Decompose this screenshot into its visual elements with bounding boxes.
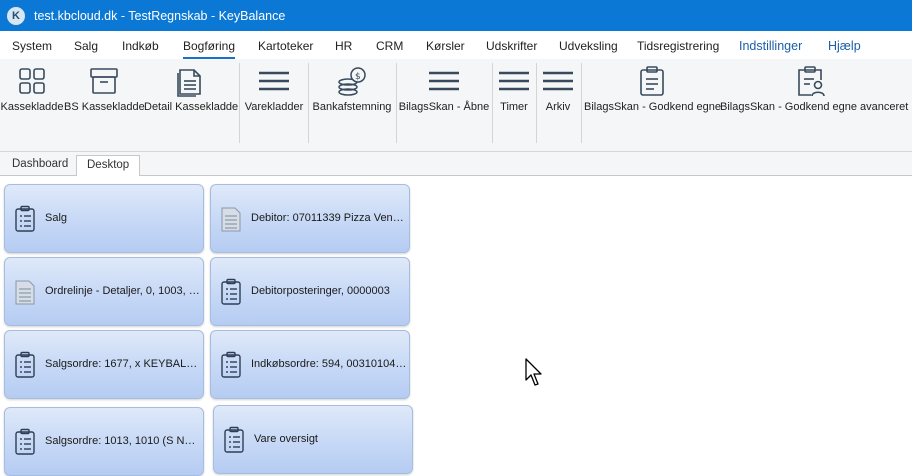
ribbon-arkiv-button[interactable]: Arkiv [538,59,578,152]
menu-hr[interactable]: HR [335,39,352,53]
desktop-tile[interactable]: Indkøbsordre: 594, 0031010487 [210,330,410,399]
tile-label: Debitorposteringer, 0000003 [251,285,390,297]
tile-label: Salgsordre: 1013, 1010 (S Nordic [45,435,201,447]
desktop-area: Salg Debitor: 07011339 Pizza Venedig Ord… [0,176,912,476]
clipboard-user-icon [798,66,825,97]
lines-icon [499,71,529,91]
window-title: test.kbcloud.dk - TestRegnskab - KeyBala… [34,8,286,23]
ribbon-kassekladde-button[interactable]: Kassekladde [0,59,64,152]
box-icon [90,68,118,94]
menu-bar: System Salg Indkøb Bogføring Kartoteker … [0,31,912,59]
ribbon-separator [396,63,397,143]
desktop-tile[interactable]: Salgsordre: 1677, x KEYBALANCE [4,330,204,399]
menu-tidsregistrering[interactable]: Tidsregistrering [637,39,719,53]
document-gray-icon [221,207,241,232]
desktop-tile[interactable]: Vare oversigt [213,405,413,474]
clipboard-list-icon [221,351,241,378]
ribbon-label: Kassekladde [0,101,64,113]
ribbon-varekladder-button[interactable]: Varekladder [242,59,306,152]
ribbon: Kassekladde BS Kassekladde Detail Kassek… [0,59,912,152]
svg-text:$: $ [355,72,361,82]
ribbon-label: Varekladder [244,101,304,113]
menu-salg[interactable]: Salg [74,39,98,53]
menu-bogforing[interactable]: Bogføring [183,39,236,59]
ribbon-label: BilagsSkan - Godkend egne [584,101,721,113]
coins-icon: $ [338,67,366,96]
ribbon-label: Bankafstemning [312,101,392,113]
clipboard-list-icon [15,428,35,455]
app-logo-icon: K [7,6,25,25]
ribbon-detail-kassekladde-button[interactable]: Detail Kassekladde [144,59,239,152]
tab-strip: Dashboard Desktop [0,152,912,177]
ribbon-separator [239,63,240,143]
ribbon-bs-kassekladde-button[interactable]: BS Kassekladde [64,59,145,152]
ribbon-bilagsskan-aabne-button[interactable]: BilagsSkan - Åbne [398,59,490,152]
desktop-tile[interactable]: Debitorposteringer, 0000003 [210,257,410,326]
ribbon-separator [581,63,582,143]
menu-hjaelp[interactable]: Hjælp [828,39,861,53]
lines-icon [429,71,459,91]
ribbon-label: Timer [500,101,528,113]
clipboard-list-icon [221,278,241,305]
document-icon [177,69,201,97]
clipboard-icon [640,66,664,96]
menu-indstillinger[interactable]: Indstillinger [739,39,802,53]
ribbon-timer-button[interactable]: Timer [494,59,534,152]
ribbon-label: Detail Kassekladde [144,101,239,113]
ribbon-bilagsskan-godkend-avanceret-button[interactable]: BilagsSkan - Godkend egne avanceret [720,59,909,152]
menu-udskrifter[interactable]: Udskrifter [486,39,537,53]
lines-icon [543,71,573,91]
tile-label: Salg [45,212,68,224]
tile-label: Salgsordre: 1677, x KEYBALANCE [45,358,201,370]
ribbon-separator [308,63,309,143]
menu-indkob[interactable]: Indkøb [122,39,159,53]
ribbon-bilagsskan-godkend-button[interactable]: BilagsSkan - Godkend egne [584,59,721,152]
ribbon-label: BilagsSkan - Godkend egne avanceret [720,101,909,113]
clipboard-list-icon [15,205,35,232]
tile-label: Debitor: 07011339 Pizza Venedig [251,212,407,224]
menu-crm[interactable]: CRM [376,39,403,53]
ribbon-separator [536,63,537,143]
desktop-tile[interactable]: Ordrelinje - Detaljer, 0, 1003, 40000 [4,257,204,326]
ribbon-separator [492,63,493,143]
desktop-tile[interactable]: Salg [4,184,204,253]
menu-udveksling[interactable]: Udveksling [559,39,618,53]
menu-korsler[interactable]: Kørsler [426,39,465,53]
document-gray-icon [15,280,35,305]
mouse-cursor-icon [525,358,542,386]
ribbon-label: BilagsSkan - Åbne [398,101,490,113]
tile-label: Vare oversigt [254,433,318,445]
tile-label: Indkøbsordre: 594, 0031010487 [251,358,407,370]
clipboard-list-icon [224,426,244,453]
grid-icon [19,68,45,94]
desktop-tile[interactable]: Debitor: 07011339 Pizza Venedig [210,184,410,253]
tile-label: Ordrelinje - Detaljer, 0, 1003, 40000 [45,285,201,297]
title-bar: K test.kbcloud.dk - TestRegnskab - KeyBa… [0,0,912,31]
lines-icon [259,71,289,91]
ribbon-label: BS Kassekladde [64,101,145,113]
menu-kartoteker[interactable]: Kartoteker [258,39,313,53]
menu-system[interactable]: System [12,39,52,53]
ribbon-label: Arkiv [545,101,571,113]
tab-dashboard[interactable]: Dashboard [2,155,78,177]
clipboard-list-icon [15,351,35,378]
tab-desktop[interactable]: Desktop [76,155,141,177]
ribbon-bankafstemning-button[interactable]: $ Bankafstemning [310,59,394,152]
